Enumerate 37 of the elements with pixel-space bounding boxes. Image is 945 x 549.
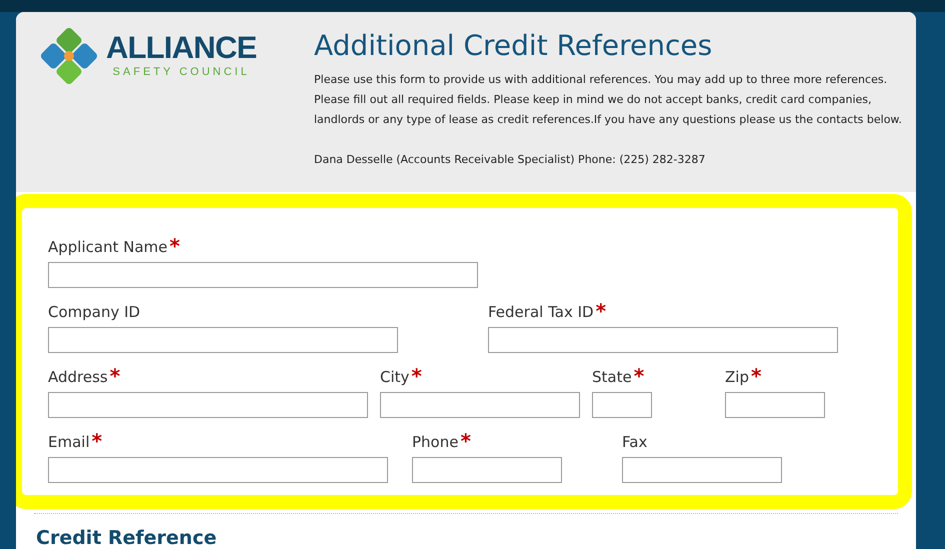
input-field[interactable] [488, 326, 838, 353]
input-field[interactable] [48, 392, 368, 418]
field-label: Email [48, 432, 90, 453]
required-mark: * [596, 300, 606, 321]
field-label: Fax [622, 432, 648, 453]
field-label: Federal Tax ID [488, 302, 594, 323]
required-mark: * [750, 366, 762, 386]
page-title: Additional Credit References [314, 28, 714, 64]
required-mark: * [460, 430, 471, 451]
logo-wordmark: ALLIANCE [106, 32, 257, 64]
required-mark: * [634, 366, 644, 386]
logo-icon [38, 28, 100, 84]
field-label: Zip [725, 366, 749, 388]
required-mark: * [92, 430, 102, 451]
field-label: Phone [412, 432, 458, 453]
input-field[interactable] [48, 326, 398, 353]
input-field[interactable] [725, 392, 825, 418]
field-label: City [380, 366, 410, 388]
intro-text: Please use this form to provide us with additional references. You may add up to three more references. [314, 72, 888, 88]
field-label: State [592, 366, 632, 388]
required-mark: * [110, 366, 120, 386]
field-label: Company ID [48, 302, 140, 323]
intro-text: Please fill out all required fields. Please keep in mind we do not accept banks, credit card companies, [314, 92, 873, 108]
required-mark: * [411, 366, 422, 386]
input-field[interactable] [622, 456, 782, 483]
logo-tagline: SAFETY COUNCIL [112, 65, 250, 80]
input-field[interactable] [592, 392, 652, 418]
contact-text: Dana Desselle (Accounts Receivable Specialist) Phone: (225) 282-3287 [314, 152, 706, 168]
field-label: Address [48, 366, 108, 388]
required-mark: * [170, 236, 180, 256]
field-label: Applicant Name [48, 236, 168, 258]
intro-text: landlords or any type of lease as credit references.If you have any questions please us the contacts below. [314, 112, 902, 128]
input-field[interactable] [48, 262, 478, 288]
input-field[interactable] [380, 392, 580, 418]
input-field[interactable] [48, 456, 388, 483]
input-field[interactable] [412, 456, 562, 483]
section-heading: Credit Reference [35, 526, 218, 549]
